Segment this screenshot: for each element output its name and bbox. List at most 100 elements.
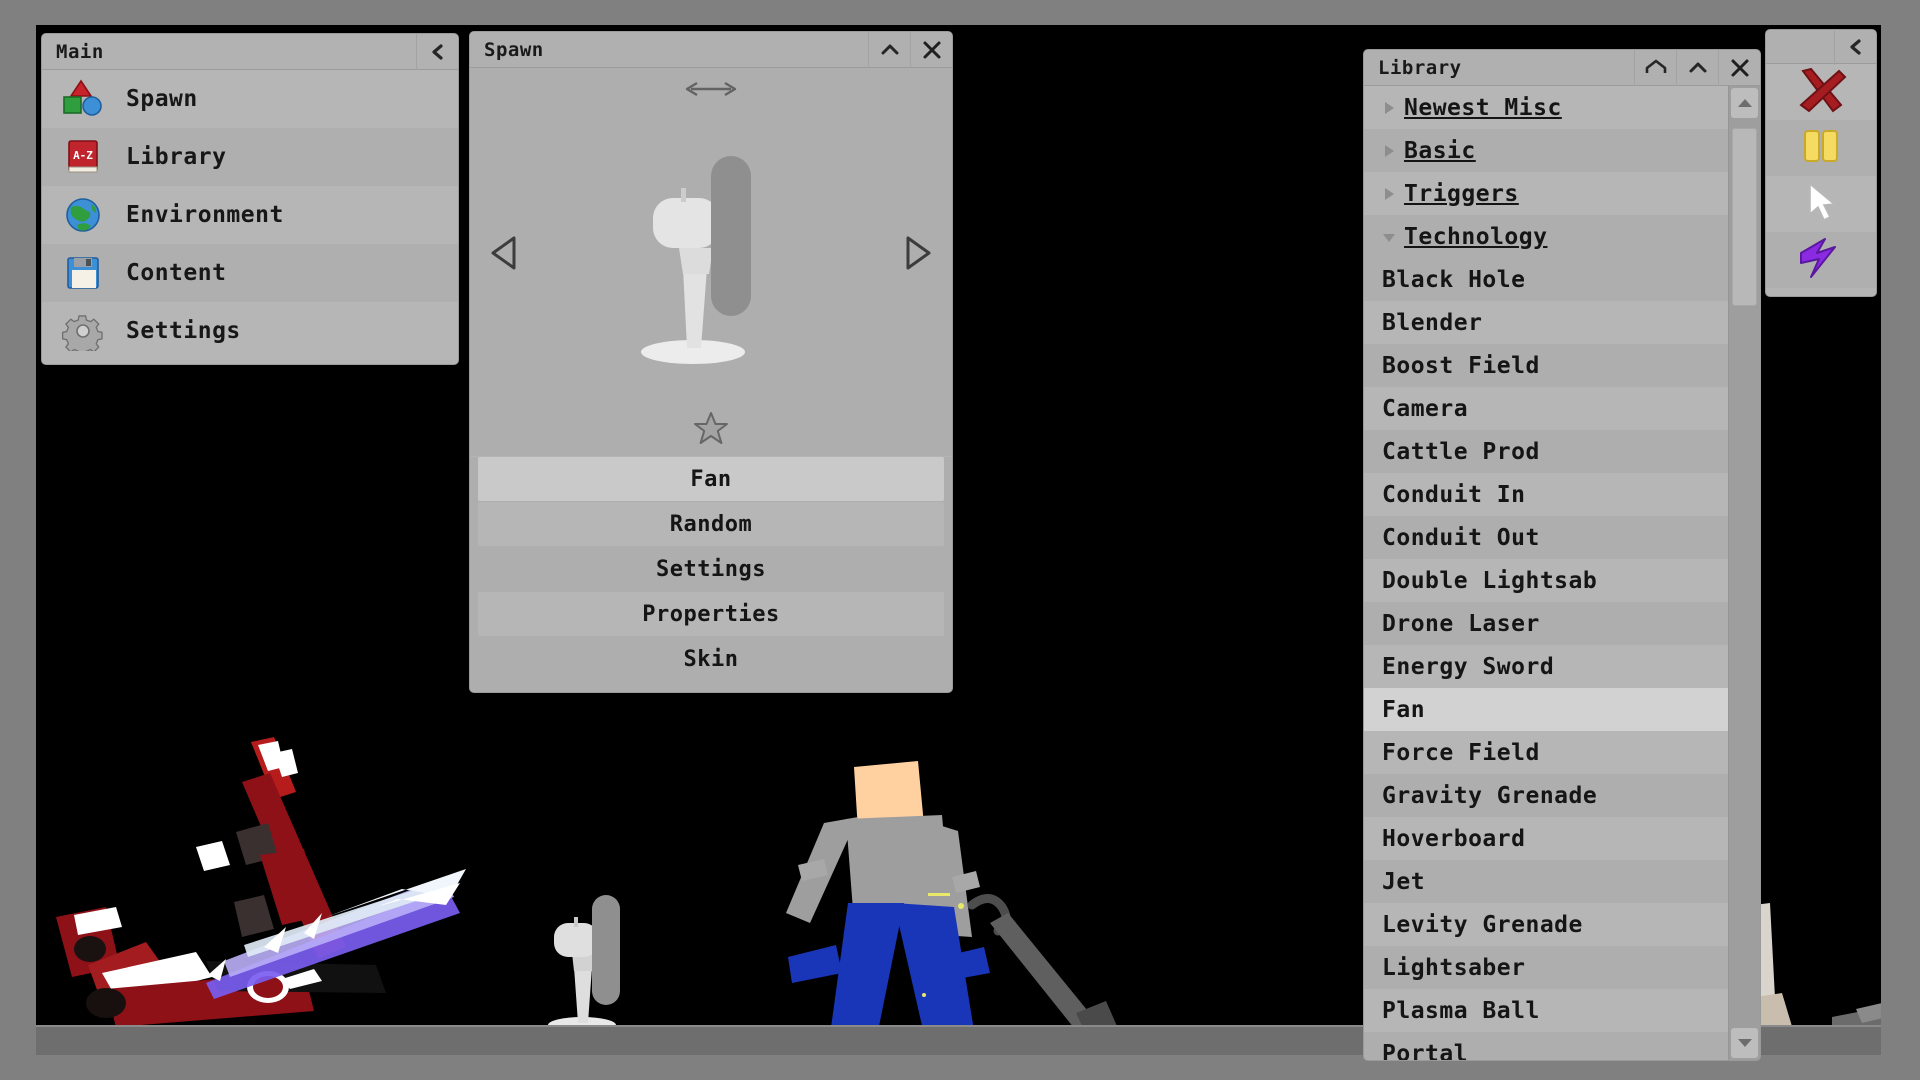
library-item-energy-sword[interactable]: Energy Sword (1364, 645, 1728, 688)
main-menu-panel: Main Spawn A-Z Library Environment Conte… (42, 33, 458, 364)
triangle-left-icon[interactable] (488, 234, 522, 276)
library-item-force-field[interactable]: Force Field (1364, 731, 1728, 774)
triangle-down-icon[interactable] (1374, 229, 1404, 245)
main-item-environment[interactable]: Environment (42, 186, 458, 244)
library-item-label: Conduit In (1382, 481, 1526, 508)
gear-icon (56, 308, 112, 354)
library-item-fan[interactable]: Fan (1364, 688, 1728, 731)
library-category-newest-misc[interactable]: Newest Misc (1364, 86, 1728, 129)
chevron-left-icon[interactable] (416, 33, 458, 70)
power-tool[interactable] (1766, 232, 1876, 288)
library-item-label: Boost Field (1382, 352, 1540, 379)
library-item-label: Drone Laser (1382, 610, 1540, 637)
purple-lightning-icon (1795, 235, 1847, 285)
red-x-icon (1795, 67, 1847, 117)
library-category-label: Triggers (1404, 180, 1519, 207)
scene-object-cattle-prod[interactable] (46, 737, 486, 1037)
scene-object-fan[interactable] (546, 875, 666, 1035)
library-item-label: Cattle Prod (1382, 438, 1540, 465)
library-item-jet[interactable]: Jet (1364, 860, 1728, 903)
library-scrollbar-track[interactable] (1729, 120, 1760, 1026)
main-menu-list: Spawn A-Z Library Environment Content Se… (42, 70, 458, 364)
library-item-conduit-out[interactable]: Conduit Out (1364, 516, 1728, 559)
library-item-camera[interactable]: Camera (1364, 387, 1728, 430)
star-icon[interactable] (470, 400, 952, 456)
white-cursor-icon (1800, 180, 1842, 228)
horizontal-resize-icon[interactable] (470, 68, 952, 110)
main-panel-titlebar[interactable]: Main (42, 33, 458, 70)
library-item-label: Energy Sword (1382, 653, 1555, 680)
spawn-button-settings[interactable]: Settings (478, 547, 944, 591)
main-item-content[interactable]: Content (42, 244, 458, 302)
main-item-settings[interactable]: Settings (42, 302, 458, 360)
main-item-label: Environment (126, 202, 284, 228)
tools-panel-titlebar[interactable] (1766, 28, 1876, 65)
library-item-label: Portal (1382, 1040, 1469, 1061)
library-category-technology[interactable]: Technology (1364, 215, 1728, 258)
library-item-label: Camera (1382, 395, 1469, 422)
library-item-portal[interactable]: Portal (1364, 1032, 1728, 1060)
library-item-label: Levity Grenade (1382, 911, 1583, 938)
library-item-gravity-grenade[interactable]: Gravity Grenade (1364, 774, 1728, 817)
library-item-levity-grenade[interactable]: Levity Grenade (1364, 903, 1728, 946)
library-item-list[interactable]: Newest Misc Basic Triggers Technology Bl… (1364, 86, 1728, 1060)
library-item-hoverboard[interactable]: Hoverboard (1364, 817, 1728, 860)
pause-tool[interactable] (1766, 120, 1876, 176)
library-scrollbar[interactable] (1728, 86, 1760, 1060)
close-icon[interactable] (1718, 50, 1760, 86)
library-panel-titlebar[interactable]: Library (1364, 50, 1760, 86)
select-tool[interactable] (1766, 176, 1876, 232)
spawn-button-random[interactable]: Random (478, 502, 944, 546)
spawn-panel-title: Spawn (484, 38, 544, 61)
scroll-up-arrow-icon[interactable] (1731, 88, 1758, 118)
main-item-label: Spawn (126, 86, 198, 112)
library-item-double-lightsaber[interactable]: Double Lightsab (1364, 559, 1728, 602)
main-item-spawn[interactable]: Spawn (42, 70, 458, 128)
library-item-lightsaber[interactable]: Lightsaber (1364, 946, 1728, 989)
chevron-up-icon[interactable] (1676, 50, 1718, 86)
library-item-boost-field[interactable]: Boost Field (1364, 344, 1728, 387)
home-icon[interactable] (1634, 50, 1676, 86)
library-item-label: Conduit Out (1382, 524, 1540, 551)
tools-list (1766, 64, 1876, 296)
tools-panel (1766, 28, 1876, 296)
library-item-label: Plasma Ball (1382, 997, 1540, 1024)
library-item-label: Black Hole (1382, 266, 1526, 293)
spawn-button-fan[interactable]: Fan (478, 457, 944, 501)
triangle-right-icon[interactable] (1374, 100, 1404, 116)
book-az-icon: A-Z (56, 134, 112, 180)
delete-tool[interactable] (1766, 64, 1876, 120)
spawn-panel: Spawn Fan Random Settings Properties Ski… (470, 31, 952, 692)
library-item-blender[interactable]: Blender (1364, 301, 1728, 344)
chevron-left-icon[interactable] (1834, 28, 1876, 65)
library-category-triggers[interactable]: Triggers (1364, 172, 1728, 215)
library-scrollbar-thumb[interactable] (1732, 128, 1757, 306)
svg-text:A-Z: A-Z (73, 149, 93, 162)
scroll-down-arrow-icon[interactable] (1731, 1028, 1758, 1058)
spawn-button-list: Fan Random Settings Properties Skin (470, 457, 952, 692)
triangle-right-icon[interactable] (1374, 186, 1404, 202)
spawn-button-skin[interactable]: Skin (478, 637, 944, 681)
floppy-disk-icon (56, 250, 112, 296)
library-category-label: Technology (1404, 223, 1548, 250)
close-icon[interactable] (910, 31, 952, 68)
library-item-conduit-in[interactable]: Conduit In (1364, 473, 1728, 516)
chevron-up-icon[interactable] (868, 31, 910, 68)
library-item-black-hole[interactable]: Black Hole (1364, 258, 1728, 301)
main-item-label: Library (126, 144, 227, 170)
main-item-label: Settings (126, 318, 241, 344)
library-item-cattle-prod[interactable]: Cattle Prod (1364, 430, 1728, 473)
main-panel-title: Main (56, 40, 104, 63)
library-category-basic[interactable]: Basic (1364, 129, 1728, 172)
library-panel: Library Newest Misc Basic Triggers Techn… (1364, 50, 1760, 1060)
scene-object-player[interactable] (776, 745, 1136, 1045)
triangle-right-icon[interactable] (900, 234, 934, 276)
game-screen: Main Spawn A-Z Library Environment Conte… (0, 0, 1920, 1080)
triangle-right-icon[interactable] (1374, 143, 1404, 159)
library-item-plasma-ball[interactable]: Plasma Ball (1364, 989, 1728, 1032)
main-item-library[interactable]: A-Z Library (42, 128, 458, 186)
spawn-panel-titlebar[interactable]: Spawn (470, 31, 952, 68)
spawn-button-properties[interactable]: Properties (478, 592, 944, 636)
library-item-drone-laser[interactable]: Drone Laser (1364, 602, 1728, 645)
library-item-label: Force Field (1382, 739, 1540, 766)
